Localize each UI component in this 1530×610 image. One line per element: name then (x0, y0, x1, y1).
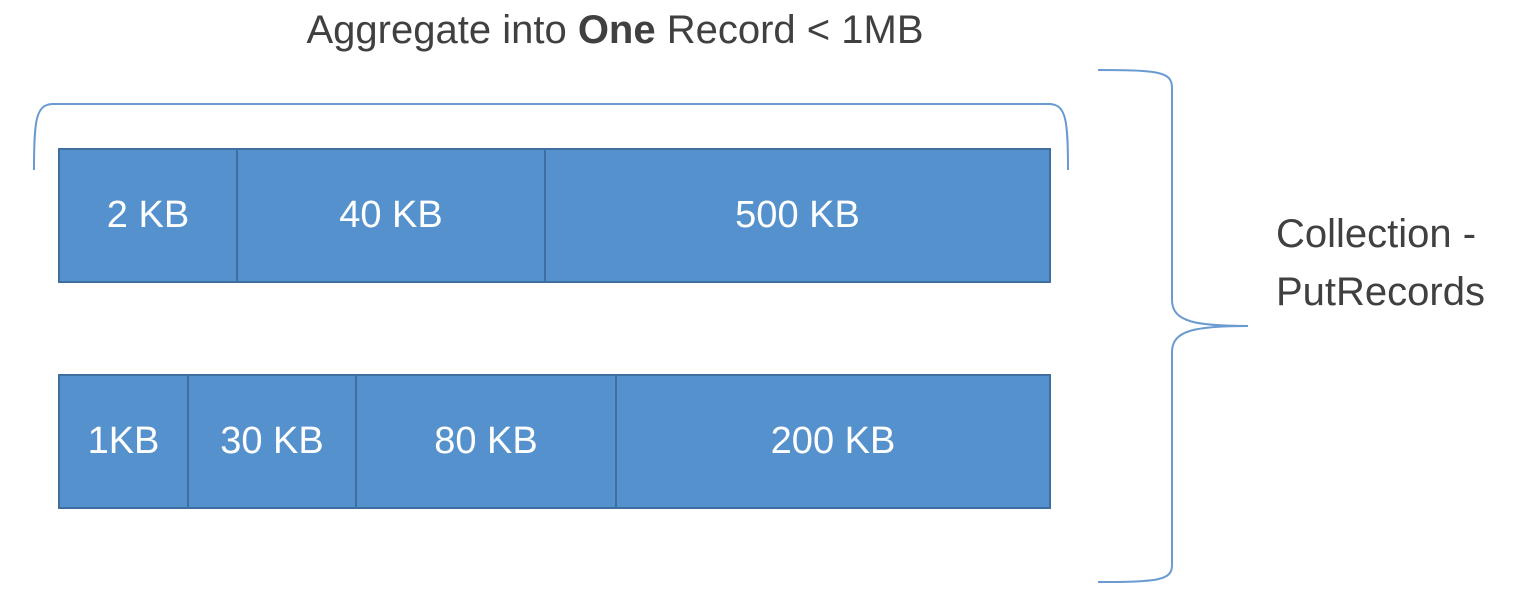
record-block: 40 KB (238, 148, 546, 283)
record-block: 30 KB (189, 374, 357, 509)
record-block: 2 KB (58, 148, 238, 283)
record-block: 500 KB (546, 148, 1051, 283)
record-block: 200 KB (617, 374, 1051, 509)
record-row-1: 2 KB 40 KB 500 KB (58, 148, 1051, 283)
record-block: 80 KB (357, 374, 617, 509)
collection-brace (1097, 69, 1249, 583)
record-block: 1KB (58, 374, 189, 509)
collection-label-line2: PutRecords (1276, 270, 1485, 314)
collection-label: Collection - PutRecords (1276, 205, 1485, 321)
collection-label-line1: Collection - (1276, 212, 1477, 256)
record-row-2: 1KB 30 KB 80 KB 200 KB (58, 374, 1051, 509)
